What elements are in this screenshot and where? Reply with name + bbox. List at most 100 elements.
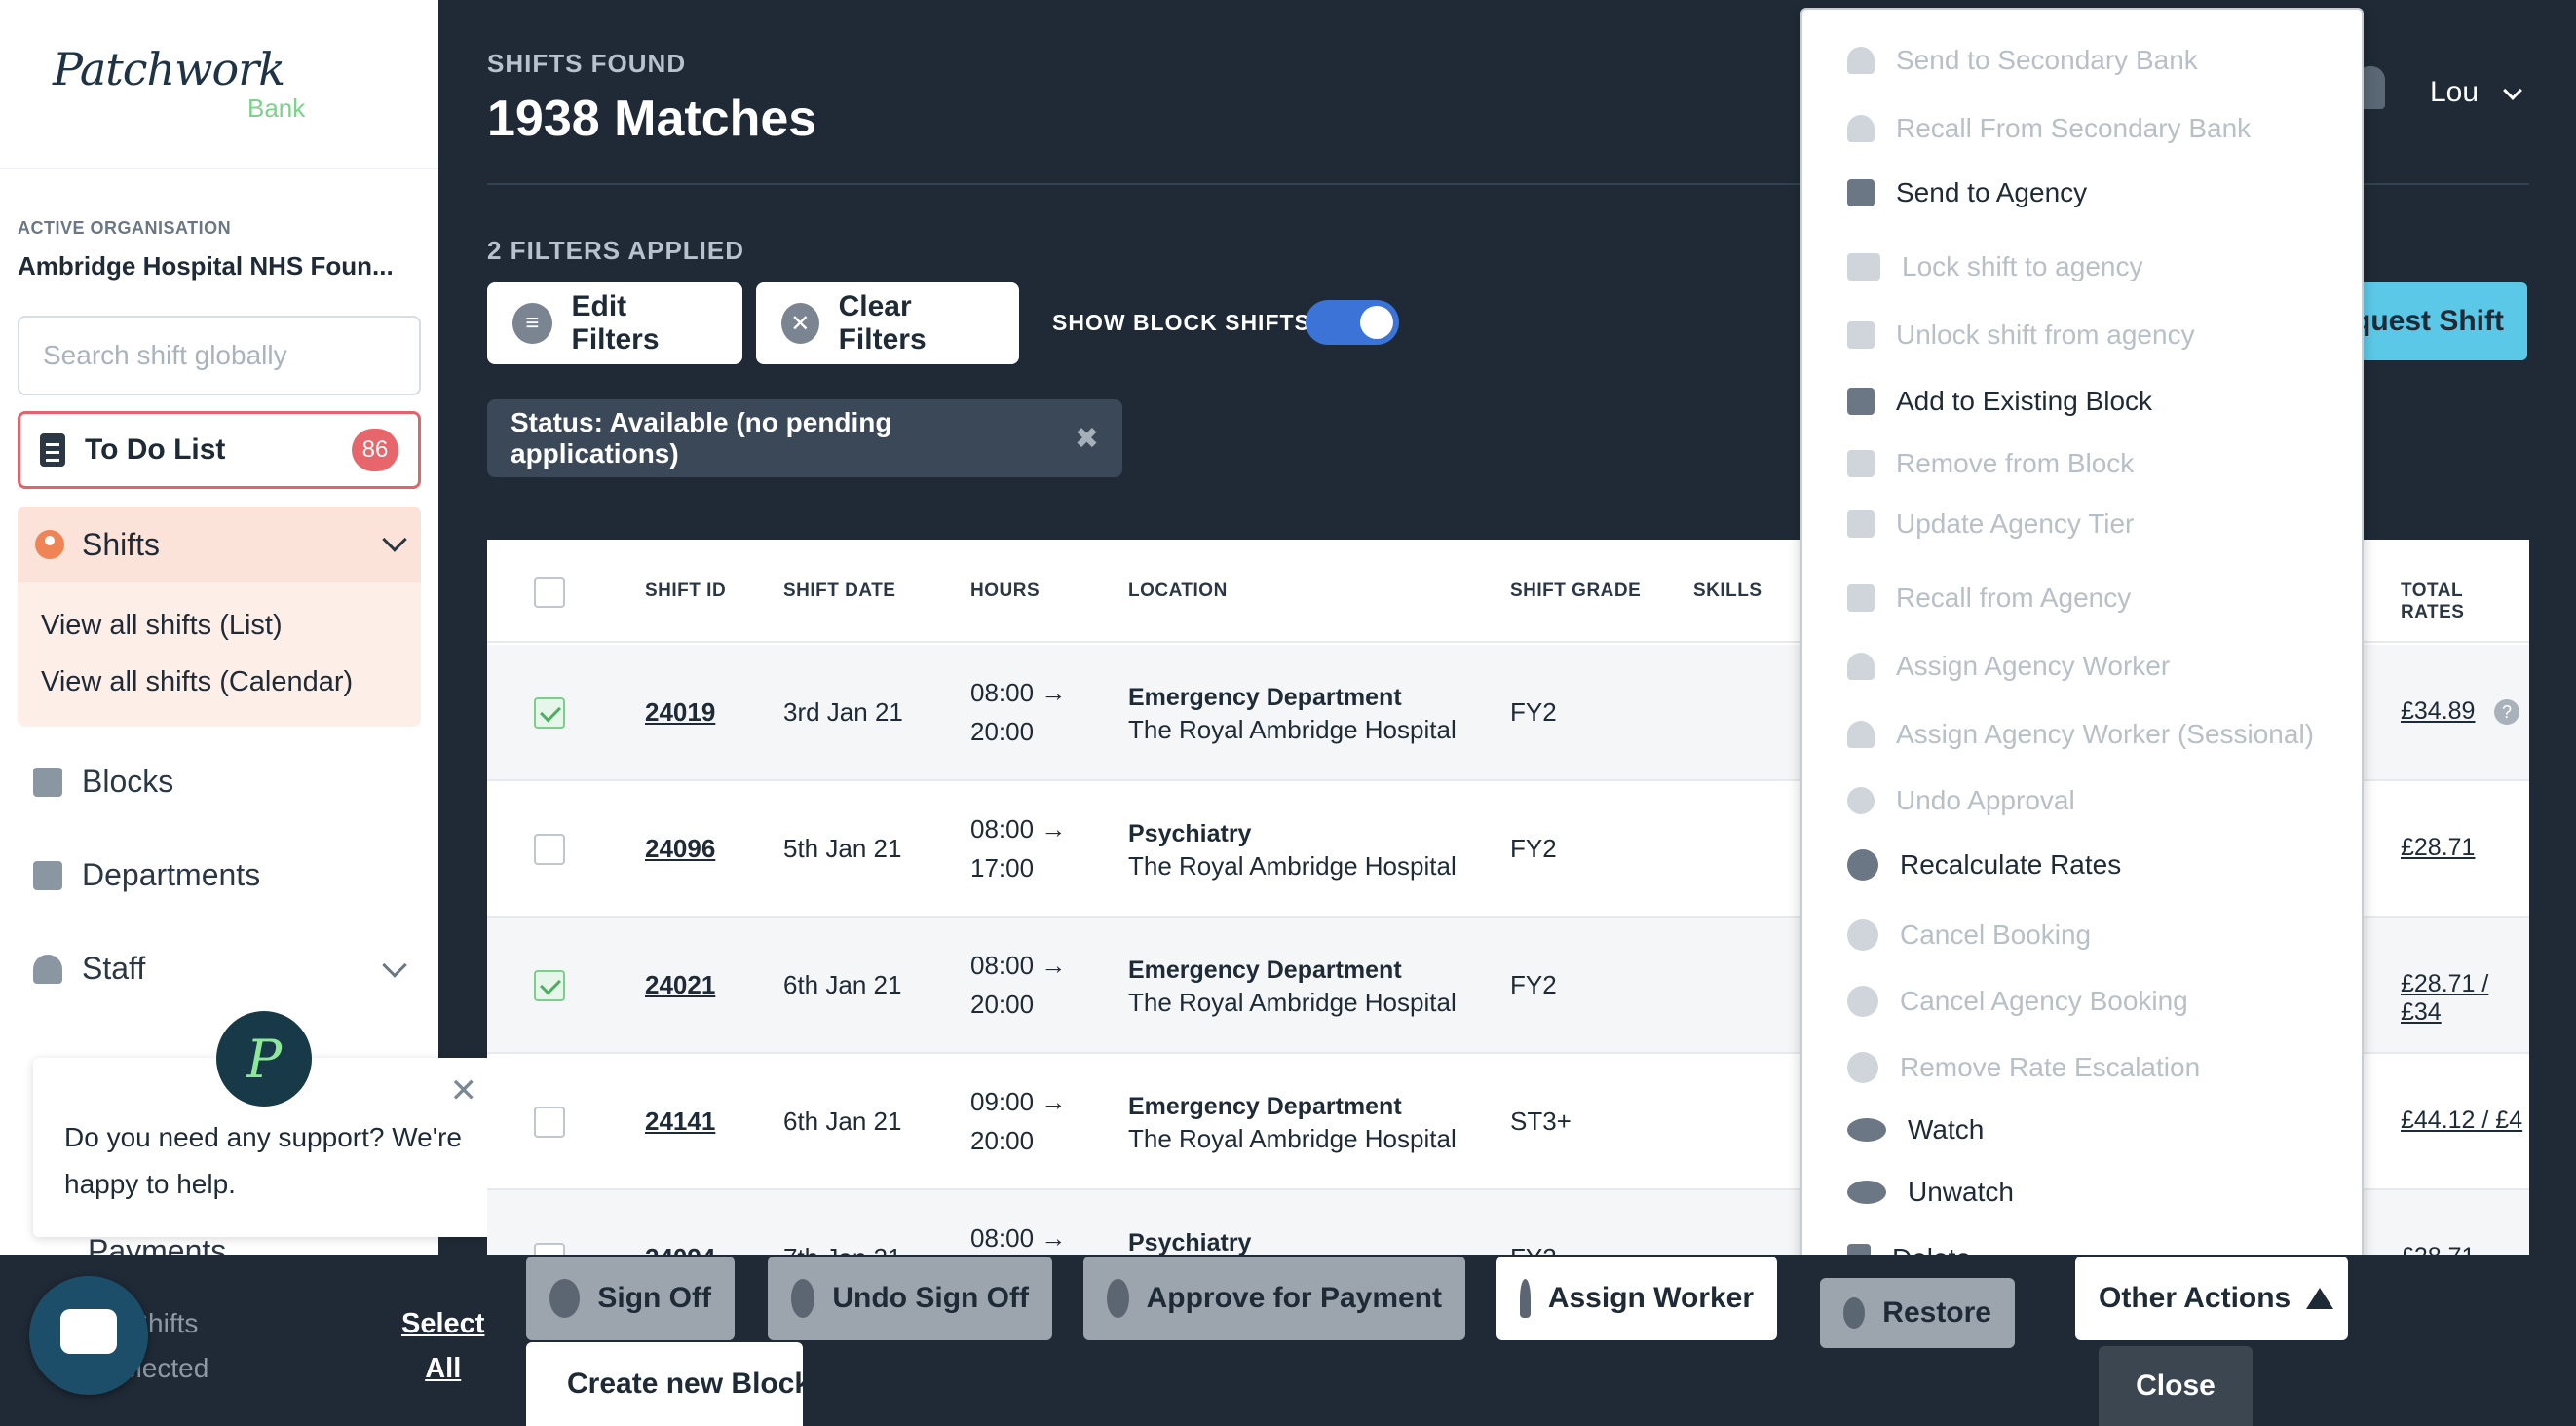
remove-filter-icon[interactable]: ✖ [1075,422,1099,456]
menu-item-label: Recall from Agency [1896,582,2132,613]
row-checkbox[interactable] [534,1243,565,1255]
col-skills[interactable]: SKILLS [1693,581,1762,602]
other-actions-menu: Send to Secondary Bank Recall From Secon… [1800,8,2364,1276]
menu-assign-agency-worker-sessional[interactable]: Assign Agency Worker (Sessional) [1847,719,2314,750]
shifts-found-caption: SHIFTS FOUND [487,49,687,78]
menu-item-label: Cancel Agency Booking [1900,986,2188,1016]
status-filter-chip: Status: Available (no pending applicatio… [487,399,1122,477]
show-block-shifts-label: SHOW BLOCK SHIFTS [1052,310,1310,335]
menu-item-label: Add to Existing Block [1896,386,2153,416]
total-rate-link[interactable]: £34.89 [2401,697,2475,726]
menu-item-label: Unwatch [1908,1177,2014,1207]
sidebar-divider [0,168,438,169]
layers-icon [1847,450,1875,477]
select-all-link[interactable]: Select All [401,1301,484,1391]
menu-send-to-agency[interactable]: Send to Agency [1847,177,2087,208]
org-caption: ACTIVE ORGANISATION [18,218,232,238]
col-shift-date[interactable]: SHIFT DATE [783,581,895,602]
shift-id-link[interactable]: 24096 [645,834,715,864]
total-rate-link[interactable]: £28.71 / £34 [2401,970,2529,1027]
row-checkbox[interactable] [534,1107,565,1138]
create-new-block-button[interactable]: Create new Block [526,1342,811,1426]
refresh-icon [1847,849,1878,881]
sidebar-item-shifts-calendar[interactable]: View all shifts (Calendar) [41,666,353,698]
support-message: Do you need any support? We're happy to … [64,1122,462,1199]
shift-id-link[interactable]: 24141 [645,1107,715,1137]
menu-recall-from-agency[interactable]: Recall from Agency [1847,582,2131,614]
create-block-label: Create new Block [567,1368,812,1400]
menu-update-agency-tier[interactable]: Update Agency Tier [1847,508,2134,540]
menu-unlock-from-agency[interactable]: Unlock shift from agency [1847,319,2195,351]
menu-item-label: Remove Rate Escalation [1900,1052,2201,1082]
col-location[interactable]: LOCATION [1128,581,1228,602]
restore-button[interactable]: Restore [1820,1278,2015,1348]
close-icon[interactable]: ✕ [450,1071,478,1110]
total-rate-link[interactable]: £44.12 / £4 [2401,1107,2522,1135]
col-total-rates[interactable]: TOTAL RATES [2401,581,2529,623]
col-hours[interactable]: HOURS [970,581,1040,602]
layers-icon [1847,388,1875,415]
menu-add-to-existing-block[interactable]: Add to Existing Block [1847,386,2152,417]
row-checkbox[interactable] [534,834,565,865]
sidebar-item-shifts-list[interactable]: View all shifts (List) [41,610,283,642]
org-name[interactable]: Ambridge Hospital NHS Foun... [18,251,394,281]
user-menu[interactable]: Lou [2430,76,2479,109]
menu-recall-secondary-bank[interactable]: Recall From Secondary Bank [1847,113,2251,144]
menu-cancel-agency-booking[interactable]: Cancel Agency Booking [1847,986,2188,1017]
chevron-down-icon [382,953,407,978]
cancel-circle-icon [1847,986,1878,1017]
support-avatar: P [216,1011,312,1107]
layers-icon [33,767,62,797]
menu-assign-agency-worker[interactable]: Assign Agency Worker [1847,651,2170,682]
menu-send-secondary-bank[interactable]: Send to Secondary Bank [1847,45,2198,76]
show-block-shifts-toggle[interactable] [1306,300,1399,345]
menu-recalculate-rates[interactable]: Recalculate Rates [1847,849,2121,881]
location-site: The Royal Ambridge Hospital [1128,851,1457,881]
other-actions-button[interactable]: Other Actions [2075,1257,2348,1340]
location-site: The Royal Ambridge Hospital [1128,715,1457,744]
shifts-menu-toggle[interactable]: Shifts [18,507,421,582]
menu-remove-rate-escalation[interactable]: Remove Rate Escalation [1847,1052,2200,1083]
undo-sign-off-button[interactable]: Undo Sign Off [768,1257,1052,1340]
row-checkbox[interactable] [534,970,565,1001]
menu-item-label: Undo Approval [1896,785,2075,815]
col-shift-id[interactable]: SHIFT ID [645,581,726,602]
row-checkbox[interactable] [534,697,565,729]
menu-item-label: Lock shift to agency [1902,251,2143,281]
sidebar-item-blocks[interactable]: Blocks [33,764,173,800]
chevron-down-icon[interactable] [2503,81,2522,100]
chat-icon[interactable] [29,1276,148,1395]
approve-for-payment-button[interactable]: Approve for Payment [1083,1257,1465,1340]
edit-filters-button[interactable]: ≡ Edit Filters [487,282,742,364]
approve-label: Approve for Payment [1146,1282,1442,1314]
total-rate-link[interactable]: £28.71 [2401,1243,2475,1255]
shift-id-link[interactable]: 24094 [645,1243,715,1255]
menu-unwatch[interactable]: Unwatch [1847,1177,2014,1208]
menu-undo-approval[interactable]: Undo Approval [1847,785,2075,816]
sidebar-item-staff[interactable]: Staff [33,951,423,987]
global-search-input[interactable] [18,316,421,395]
col-shift-grade[interactable]: SHIFT GRADE [1510,581,1641,602]
assign-worker-button[interactable]: Assign Worker [1496,1257,1777,1340]
shift-date: 7th Jan 21 [783,1243,901,1255]
menu-item-label: Recalculate Rates [1900,849,2122,880]
close-button[interactable]: Close [2099,1346,2253,1426]
menu-remove-from-block[interactable]: Remove from Block [1847,448,2134,479]
location-dept: Psychiatry [1128,1229,1252,1255]
menu-watch[interactable]: Watch [1847,1114,1984,1145]
menu-item-label: Assign Agency Worker [1896,651,2171,681]
shift-id-link[interactable]: 24019 [645,697,715,728]
sidebar-item-departments[interactable]: Departments [33,857,260,893]
select-all-checkbox[interactable] [534,577,565,608]
menu-cancel-booking[interactable]: Cancel Booking [1847,919,2091,951]
sign-off-button[interactable]: Sign Off [526,1257,735,1340]
shift-end: 17:00 [970,853,1035,882]
clear-filters-label: Clear Filters [838,290,927,356]
total-rate-link[interactable]: £28.71 [2401,834,2475,862]
help-icon[interactable]: ? [2494,699,2519,725]
clear-filters-button[interactable]: ✕ Clear Filters [756,282,1019,364]
shift-id-link[interactable]: 24021 [645,970,715,1000]
todo-list-button[interactable]: To Do List 86 [18,411,421,489]
patchwork-logo[interactable]: Patchwork Bank [53,43,305,123]
menu-lock-to-agency[interactable]: Lock shift to agency [1847,251,2142,282]
